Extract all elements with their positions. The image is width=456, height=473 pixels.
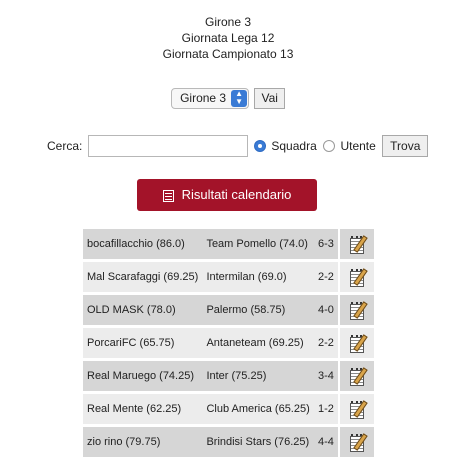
notepad-edit-icon[interactable] [349,268,368,287]
away-team: Team Pomello (74.0) [202,229,314,262]
match-score: 6-3 [313,229,338,262]
notepad-edit-icon[interactable] [349,367,368,386]
home-team: Real Maruego (74.25) [83,361,203,394]
home-team: bocafillacchio (86.0) [83,229,203,262]
away-team: Antaneteam (69.25) [202,328,314,361]
radio-user-label: Utente [340,139,376,153]
away-team: Palermo (58.75) [202,295,314,328]
go-button[interactable]: Vai [254,88,285,109]
notepad-edit-icon[interactable] [349,334,368,353]
home-team: Real Mente (62.25) [83,394,203,427]
match-row: zio rino (79.75) Brindisi Stars (76.25) 4-… [83,427,374,460]
results-calendar-label: Risultati calendario [181,187,292,202]
away-team: Club America (65.25) [202,394,314,427]
radio-team[interactable] [254,140,267,152]
away-team: Brindisi Stars (76.25) [202,427,314,460]
home-team: PorcariFC (65.75) [83,328,203,361]
group-select[interactable]: Girone 3 ▲ ▼ [171,88,250,109]
away-team: Intermilan (69.0) [202,262,314,295]
results-table: bocafillacchio (86.0) Team Pomello (74.0)… [83,229,374,460]
group-selector-row: Girone 3 ▲ ▼ Vai [0,88,456,109]
match-score: 4-0 [313,295,338,328]
edit-cell[interactable] [337,229,374,262]
radio-user[interactable] [323,140,336,152]
radio-team-label: Squadra [271,139,317,153]
edit-cell[interactable] [337,361,374,394]
match-row: Real Mente (62.25) Club America (65.25) 1-… [83,394,374,427]
home-team: Mal Scarafaggi (69.25) [83,262,203,295]
match-score: 1-2 [313,394,338,427]
edit-cell[interactable] [337,328,374,361]
edit-cell[interactable] [337,262,374,295]
search-row: Cerca: Squadra Utente Trova [47,135,447,157]
notepad-edit-icon[interactable] [349,433,368,452]
find-button[interactable]: Trova [382,135,429,157]
search-label: Cerca: [47,139,83,153]
match-row: bocafillacchio (86.0) Team Pomello (74.0)… [83,229,374,262]
home-team: OLD MASK (78.0) [83,295,203,328]
match-score: 2-2 [313,328,338,361]
match-score: 2-2 [313,262,338,295]
group-title: Girone 3 [204,15,252,29]
championship-matchday: Giornata Campionato 13 [162,47,294,61]
select-arrows-icon: ▲ ▼ [231,90,248,107]
match-score: 3-4 [313,361,338,394]
search-input[interactable] [87,135,248,157]
calendar-list-icon [162,189,174,202]
notepad-edit-icon[interactable] [349,400,368,419]
notepad-edit-icon[interactable] [349,301,368,320]
match-row: PorcariFC (65.75) Antaneteam (69.25) 2-2 [83,328,374,361]
match-score: 4-4 [313,427,338,460]
edit-cell[interactable] [337,295,374,328]
results-calendar-button[interactable]: Risultati calendario [137,179,317,211]
away-team: Inter (75.25) [202,361,314,394]
match-row: Real Maruego (74.25) Inter (75.25) 3-4 [83,361,374,394]
edit-cell[interactable] [337,394,374,427]
group-select-value: Girone 3 [180,91,227,105]
round-header: Girone 3 Giornata Lega 12 Giornata Campi… [0,14,456,62]
match-row: Mal Scarafaggi (69.25) Intermilan (69.0) 2… [83,262,374,295]
league-matchday: Giornata Lega 12 [181,31,275,45]
match-row: OLD MASK (78.0) Palermo (58.75) 4-0 [83,295,374,328]
home-team: zio rino (79.75) [83,427,203,460]
notepad-edit-icon[interactable] [349,235,368,254]
edit-cell[interactable] [337,427,374,460]
